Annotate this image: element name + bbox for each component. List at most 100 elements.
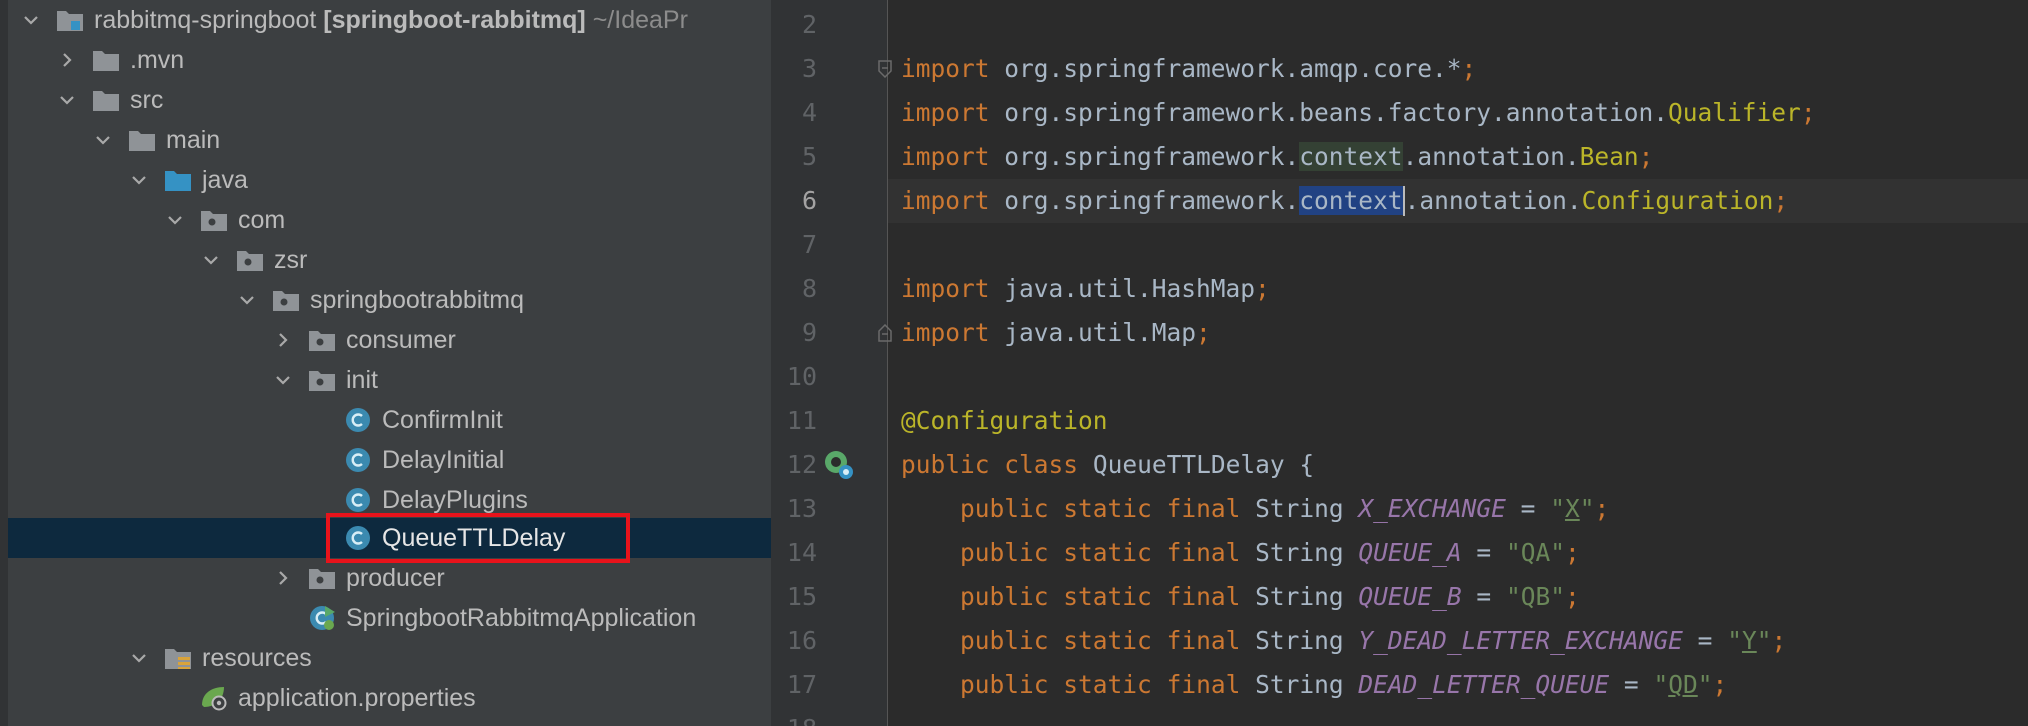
spring-bean-gutter-icon[interactable] bbox=[823, 449, 855, 481]
keyword-token: static bbox=[1063, 582, 1152, 611]
constant-token: QUEUE_A bbox=[1358, 538, 1462, 567]
tree-row-consumer[interactable]: consumer bbox=[0, 320, 771, 360]
source-folder-icon bbox=[164, 167, 192, 193]
line-number: 10 bbox=[786, 362, 817, 391]
code-line-6[interactable]: import org.springframework.context.annot… bbox=[901, 186, 1788, 216]
tree-label: src bbox=[130, 86, 164, 114]
operator-token: = bbox=[1476, 538, 1492, 567]
keyword-token: final bbox=[1166, 670, 1241, 699]
package-token: .annotation. bbox=[1404, 186, 1582, 215]
chevron-down-icon[interactable] bbox=[92, 129, 114, 151]
spring-properties-icon bbox=[200, 685, 228, 711]
code-line-13[interactable]: public static final String X_EXCHANGE = … bbox=[901, 494, 1609, 524]
chevron-right-icon[interactable] bbox=[272, 329, 294, 351]
folder-icon bbox=[128, 127, 156, 153]
tree-row-main[interactable]: main bbox=[0, 120, 771, 160]
semicolon-token: ; bbox=[1255, 274, 1270, 303]
code-line-5[interactable]: import org.springframework.context.annot… bbox=[901, 142, 1653, 172]
code-line-15[interactable]: public static final String QUEUE_B = "QB… bbox=[901, 582, 1580, 612]
chevron-down-icon[interactable] bbox=[236, 289, 258, 311]
constant-token: DEAD_LETTER_QUEUE bbox=[1358, 670, 1610, 699]
tree-row-confirminit[interactable]: ConfirmInit bbox=[0, 400, 771, 440]
chevron-down-icon[interactable] bbox=[20, 9, 42, 31]
chevron-down-icon[interactable] bbox=[128, 169, 150, 191]
tree-row-init[interactable]: init bbox=[0, 360, 771, 400]
code-line-12[interactable]: public class QueueTTLDelay { bbox=[901, 450, 1314, 480]
line-number: 3 bbox=[801, 54, 817, 83]
line-number: 11 bbox=[786, 406, 817, 435]
operator-token: = bbox=[1520, 494, 1536, 523]
fold-start-icon[interactable] bbox=[877, 60, 893, 79]
keyword-token: import bbox=[901, 186, 990, 215]
code-line-16[interactable]: public static final String Y_DEAD_LETTER… bbox=[901, 626, 1786, 656]
quote-token: " bbox=[1727, 626, 1742, 655]
chevron-right-icon[interactable] bbox=[56, 49, 78, 71]
project-tree-panel[interactable]: rabbitmq-springboot [springboot-rabbitmq… bbox=[0, 0, 771, 726]
tree-row-application-properties[interactable]: application.properties bbox=[0, 678, 771, 718]
tree-row-src[interactable]: src bbox=[0, 80, 771, 120]
keyword-token: static bbox=[1063, 626, 1152, 655]
chevron-down-icon[interactable] bbox=[200, 249, 222, 271]
code-line-3[interactable]: import org.springframework.amqp.core.*; bbox=[901, 54, 1476, 84]
semicolon-token: ; bbox=[1196, 318, 1211, 347]
module-name: [springboot-rabbitmq] bbox=[323, 6, 586, 34]
tree-row-springbootrabbitmqapplication[interactable]: SpringbootRabbitmqApplication bbox=[0, 598, 771, 638]
occurrence-highlight: context bbox=[1299, 142, 1403, 171]
keyword-token: import bbox=[901, 98, 990, 127]
package-icon bbox=[308, 367, 336, 393]
tree-row-delayinitial[interactable]: DelayInitial bbox=[0, 440, 771, 480]
chevron-right-icon[interactable] bbox=[272, 567, 294, 589]
quote-token: " bbox=[1756, 626, 1772, 655]
class-token: Qualifier bbox=[1668, 98, 1801, 127]
keyword-token: static bbox=[1063, 494, 1152, 523]
tree-label: zsr bbox=[274, 246, 308, 274]
chevron-down-icon[interactable] bbox=[272, 369, 294, 391]
package-token: .annotation. bbox=[1402, 142, 1580, 171]
tree-row-zsr[interactable]: zsr bbox=[0, 240, 771, 280]
tree-row-java[interactable]: java bbox=[0, 160, 771, 200]
code-line-8[interactable]: import java.util.HashMap; bbox=[901, 274, 1270, 304]
keyword-token: import bbox=[901, 54, 990, 83]
tree-row-springbootrabbitmq[interactable]: springbootrabbitmq bbox=[0, 280, 771, 320]
code-editor[interactable]: 2 3 4 5 6 7 8 9 10 11 12 13 14 15 16 17 … bbox=[771, 0, 2028, 726]
keyword-token: public bbox=[960, 626, 1049, 655]
tree-label: springbootrabbitmq bbox=[310, 286, 525, 314]
semicolon-token: ; bbox=[1712, 670, 1728, 699]
code-line-11[interactable]: @Configuration bbox=[901, 406, 1108, 436]
code-line-14[interactable]: public static final String QUEUE_A = "QA… bbox=[901, 538, 1580, 568]
tree-row-com[interactable]: com bbox=[0, 200, 771, 240]
fold-end-icon[interactable] bbox=[877, 323, 893, 342]
package-token: org.springframework.beans.factory.annota… bbox=[1004, 98, 1669, 127]
tree-label: application.properties bbox=[238, 684, 476, 712]
package-token: org.springframework. bbox=[1004, 186, 1300, 215]
tree-label: java bbox=[202, 166, 248, 194]
keyword-token: final bbox=[1166, 538, 1241, 567]
line-number: 5 bbox=[801, 142, 817, 171]
line-number: 14 bbox=[786, 538, 817, 567]
keyword-token: public bbox=[960, 582, 1049, 611]
semicolon-token: ; bbox=[1638, 142, 1654, 171]
folder-icon bbox=[92, 87, 120, 113]
tree-label: com bbox=[238, 206, 286, 234]
chevron-down-icon[interactable] bbox=[56, 89, 78, 111]
package-icon bbox=[236, 247, 264, 273]
constant-token: Y_DEAD_LETTER_EXCHANGE bbox=[1358, 626, 1683, 655]
chevron-down-icon[interactable] bbox=[128, 647, 150, 669]
quote-token: " bbox=[1550, 494, 1565, 523]
chevron-down-icon[interactable] bbox=[164, 209, 186, 231]
tree-row-resources[interactable]: resources bbox=[0, 638, 771, 678]
quote-token: " bbox=[1697, 670, 1713, 699]
quote-token: " bbox=[1579, 494, 1595, 523]
type-token: String bbox=[1255, 626, 1344, 655]
code-line-17[interactable]: public static final String DEAD_LETTER_Q… bbox=[901, 670, 1727, 700]
code-line-4[interactable]: import org.springframework.beans.factory… bbox=[901, 98, 1816, 128]
tree-row-producer[interactable]: producer bbox=[0, 558, 771, 598]
semicolon-token: ; bbox=[1564, 538, 1580, 567]
keyword-token: import bbox=[901, 318, 990, 347]
keyword-token: final bbox=[1166, 582, 1241, 611]
tree-row-mvn[interactable]: .mvn bbox=[0, 40, 771, 80]
tree-label: consumer bbox=[346, 326, 456, 354]
semicolon-token: ; bbox=[1800, 98, 1816, 127]
tree-row-project-root[interactable]: rabbitmq-springboot [springboot-rabbitmq… bbox=[0, 0, 771, 40]
code-line-9[interactable]: import java.util.Map; bbox=[901, 318, 1211, 348]
